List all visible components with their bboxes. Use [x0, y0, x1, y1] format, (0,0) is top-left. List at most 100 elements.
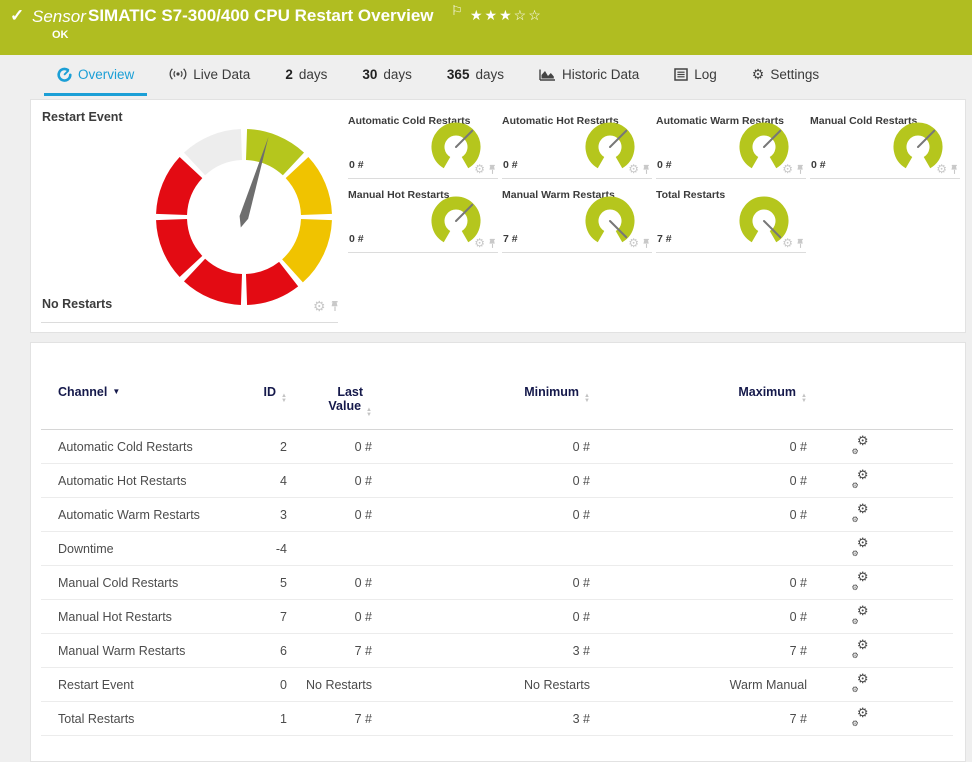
cell-last-value: 0 # — [287, 474, 372, 488]
cell-actions: ⚙⚙ — [807, 437, 953, 457]
pin-icon[interactable] — [950, 164, 959, 175]
mini-gauge-value: 0 # — [503, 159, 518, 171]
cell-last-value: 7 # — [287, 712, 372, 726]
column-header-maximum[interactable]: Maximum▲▼ — [590, 385, 807, 404]
cell-channel: Total Restarts — [41, 712, 234, 726]
cell-actions: ⚙⚙ — [807, 675, 953, 695]
pin-icon[interactable] — [488, 164, 497, 175]
tab-overview[interactable]: Overview — [44, 55, 147, 96]
gear-icon[interactable]: ⚙ — [936, 163, 947, 175]
tab-historic-data[interactable]: Historic Data — [526, 55, 652, 96]
pin-icon[interactable] — [796, 164, 805, 175]
table-row[interactable]: Total Restarts17 #3 #7 #⚙⚙ — [41, 702, 953, 736]
gear-icon[interactable]: ⚙ — [313, 299, 326, 313]
cell-maximum: 0 # — [590, 610, 807, 624]
tab-label: Settings — [770, 67, 819, 82]
cell-last-value: 0 # — [287, 508, 372, 522]
column-header-label: Last — [337, 385, 363, 399]
gear-icon[interactable]: ⚙ — [474, 237, 485, 249]
column-header-label: ID — [264, 385, 277, 399]
table-body: Automatic Cold Restarts20 #0 #0 #⚙⚙Autom… — [31, 430, 965, 736]
channel-settings-icon[interactable]: ⚙⚙ — [852, 641, 869, 658]
tab-label: Log — [694, 67, 717, 82]
tab-days[interactable]: 30days — [349, 55, 425, 96]
channel-settings-icon[interactable]: ⚙⚙ — [852, 471, 869, 488]
column-header-label: Value — [328, 399, 361, 413]
mini-gauge-total-restarts: Total Restarts7 #⚙ — [656, 189, 806, 253]
cell-maximum: 7 # — [590, 644, 807, 658]
pin-icon[interactable] — [488, 238, 497, 249]
cell-id: 2 — [234, 440, 287, 454]
cell-maximum: 7 # — [590, 712, 807, 726]
main-gauge-status: No Restarts — [42, 297, 112, 311]
cell-actions: ⚙⚙ — [807, 607, 953, 627]
cell-id: 0 — [234, 678, 287, 692]
mini-gauge-automatic-cold-restarts: Automatic Cold Restarts0 #⚙ — [348, 115, 498, 179]
cell-last-value: 7 # — [287, 644, 372, 658]
gear-icon[interactable]: ⚙ — [782, 163, 793, 175]
divider — [41, 322, 338, 323]
channel-settings-icon[interactable]: ⚙⚙ — [852, 539, 869, 556]
channel-settings-icon[interactable]: ⚙⚙ — [852, 573, 869, 590]
gear-icon[interactable]: ⚙ — [782, 237, 793, 249]
column-header-id[interactable]: ID▲▼ — [234, 385, 287, 404]
status-check-icon: ✓ — [10, 6, 24, 26]
mini-gauge-automatic-warm-restarts: Automatic Warm Restarts0 #⚙ — [656, 115, 806, 179]
mini-gauge-value: 0 # — [811, 159, 826, 171]
mini-gauge-automatic-hot-restarts: Automatic Hot Restarts0 #⚙ — [502, 115, 652, 179]
cell-channel: Manual Warm Restarts — [41, 644, 234, 658]
table-row[interactable]: Manual Warm Restarts67 #3 #7 #⚙⚙ — [41, 634, 953, 668]
channel-settings-icon[interactable]: ⚙⚙ — [852, 505, 869, 522]
pin-icon[interactable] — [642, 164, 651, 175]
mini-gauge-value: 7 # — [657, 233, 672, 245]
table-row[interactable]: Manual Hot Restarts70 #0 #0 #⚙⚙ — [41, 600, 953, 634]
table-row[interactable]: Manual Cold Restarts50 #0 #0 #⚙⚙ — [41, 566, 953, 600]
cell-id: 5 — [234, 576, 287, 590]
cell-actions: ⚙⚙ — [807, 471, 953, 491]
tab-number: 2 — [285, 67, 293, 82]
tab-log[interactable]: Log — [661, 55, 730, 96]
channel-settings-icon[interactable]: ⚙⚙ — [852, 437, 869, 454]
tab-label: days — [299, 67, 328, 82]
channel-settings-icon[interactable]: ⚙⚙ — [852, 709, 869, 726]
main-gauge-title: Restart Event — [42, 110, 123, 124]
table-row[interactable]: Automatic Hot Restarts40 #0 #0 #⚙⚙ — [41, 464, 953, 498]
tab-label: Historic Data — [562, 67, 639, 82]
table-row[interactable]: Downtime-4⚙⚙ — [41, 532, 953, 566]
tab-bar: OverviewLive Data2days30days365daysHisto… — [0, 55, 972, 96]
cell-channel: Restart Event — [41, 678, 234, 692]
tab-days[interactable]: 2 days — [272, 55, 340, 96]
column-header-label: Maximum — [738, 385, 796, 399]
mini-gauge-manual-hot-restarts: Manual Hot Restarts0 #⚙ — [348, 189, 498, 253]
cell-id: 3 — [234, 508, 287, 522]
cell-minimum: 3 # — [372, 712, 590, 726]
sensor-kind-label: Sensor — [32, 7, 86, 27]
column-header-minimum[interactable]: Minimum▲▼ — [372, 385, 590, 404]
pin-icon[interactable] — [642, 238, 651, 249]
flag-icon[interactable]: ⚐ — [451, 3, 463, 19]
channel-settings-icon[interactable]: ⚙⚙ — [852, 607, 869, 624]
gear-icon[interactable]: ⚙ — [474, 163, 485, 175]
cell-actions: ⚙⚙ — [807, 539, 953, 559]
gear-icon[interactable]: ⚙ — [628, 237, 639, 249]
table-row[interactable]: Automatic Cold Restarts20 #0 #0 #⚙⚙ — [41, 430, 953, 464]
cell-actions: ⚙⚙ — [807, 709, 953, 729]
column-header-channel[interactable]: Channel▼ — [41, 385, 234, 399]
star-rating[interactable]: ★★★☆☆ — [470, 7, 543, 24]
tab-label: days — [383, 67, 412, 82]
column-header-last-value[interactable]: Last Value ▲▼ — [287, 385, 372, 418]
tab-live-data[interactable]: Live Data — [156, 55, 263, 96]
mini-gauge-actions: ⚙ — [782, 237, 805, 249]
gear-icon[interactable]: ⚙ — [628, 163, 639, 175]
pin-icon[interactable] — [330, 300, 340, 312]
tab-settings[interactable]: ⚙Settings — [739, 55, 832, 96]
channel-settings-icon[interactable]: ⚙⚙ — [852, 675, 869, 692]
cell-minimum: No Restarts — [372, 678, 590, 692]
tab-days[interactable]: 365days — [434, 55, 517, 96]
sort-icon: ▲▼ — [366, 408, 372, 418]
tab-label: Live Data — [193, 67, 250, 82]
restart-event-gauge — [149, 122, 339, 312]
table-row[interactable]: Restart Event0No RestartsNo RestartsWarm… — [41, 668, 953, 702]
table-row[interactable]: Automatic Warm Restarts30 #0 #0 #⚙⚙ — [41, 498, 953, 532]
pin-icon[interactable] — [796, 238, 805, 249]
